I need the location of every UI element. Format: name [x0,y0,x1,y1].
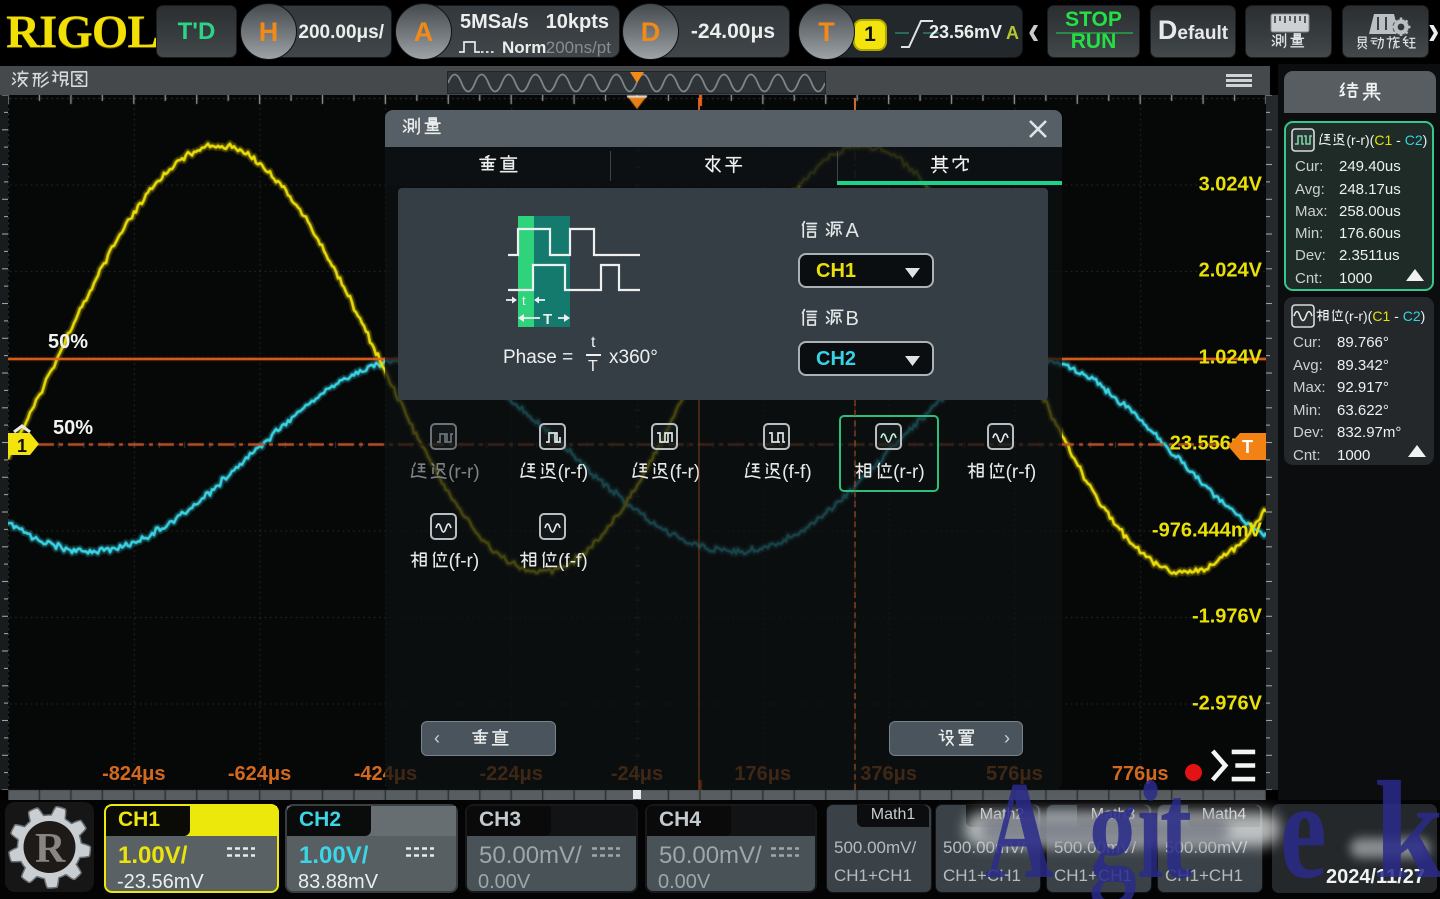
svg-text:T: T [543,311,552,328]
svg-text:t: t [522,293,526,308]
svg-text:R: R [35,826,66,872]
svg-text:T: T [1242,437,1253,457]
svg-text:1: 1 [17,436,27,456]
